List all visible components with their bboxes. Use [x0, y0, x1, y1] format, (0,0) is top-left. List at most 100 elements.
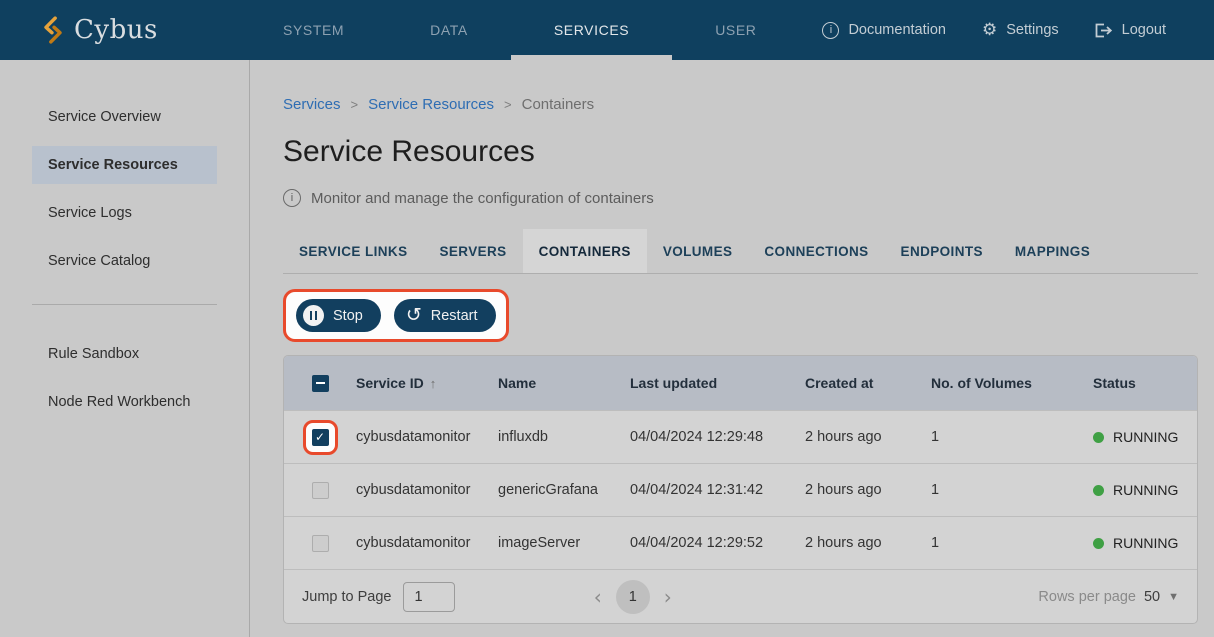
status-dot-green: [1093, 538, 1104, 549]
stop-button[interactable]: Stop: [296, 299, 381, 332]
breadcrumb: Services > Service Resources > Container…: [283, 96, 1198, 113]
sort-asc-icon: ↑: [430, 376, 437, 391]
stop-button-label: Stop: [333, 308, 363, 324]
chevron-down-icon[interactable]: ▼: [1168, 591, 1179, 603]
select-all-checkbox[interactable]: [312, 375, 329, 392]
tab-endpoints[interactable]: ENDPOINTS: [885, 229, 999, 273]
tab-servers[interactable]: SERVERS: [423, 229, 522, 273]
sidebar-item-service-catalog[interactable]: Service Catalog: [0, 242, 249, 280]
cell-created-at: 2 hours ago: [805, 535, 931, 551]
settings-button[interactable]: ⚙ Settings: [982, 22, 1059, 39]
status-label: RUNNING: [1113, 482, 1178, 498]
jump-to-page-input[interactable]: [403, 582, 455, 612]
logout-button[interactable]: Logout: [1095, 22, 1166, 38]
tab-volumes[interactable]: VOLUMES: [647, 229, 749, 273]
tab-containers[interactable]: CONTAINERS: [523, 229, 647, 273]
table-row-imageserver[interactable]: cybusdatamonitor imageServer 04/04/2024 …: [284, 516, 1197, 569]
documentation-label: Documentation: [848, 22, 946, 38]
brand[interactable]: Cybus: [0, 15, 240, 45]
table-row-genericgrafana[interactable]: cybusdatamonitor genericGrafana 04/04/20…: [284, 463, 1197, 516]
status-badge: RUNNING: [1093, 482, 1197, 498]
breadcrumb-separator: >: [351, 97, 359, 112]
page-subtitle: i Monitor and manage the configuration o…: [283, 189, 1198, 207]
column-header-last-updated[interactable]: Last updated: [630, 375, 805, 391]
top-navbar: Cybus SYSTEM DATA SERVICES USER i Docume…: [0, 0, 1214, 60]
breadcrumb-services[interactable]: Services: [283, 96, 341, 113]
next-page-icon[interactable]: ›: [664, 585, 672, 609]
cell-volumes: 1: [931, 482, 1093, 498]
brand-name: Cybus: [74, 15, 158, 45]
status-label: RUNNING: [1113, 535, 1178, 551]
cell-name: influxdb: [498, 429, 630, 445]
settings-label: Settings: [1006, 22, 1058, 38]
sidebar: Service Overview Service Resources Servi…: [0, 60, 250, 637]
sidebar-divider: [32, 304, 217, 305]
pause-icon: [303, 305, 324, 326]
sidebar-item-rule-sandbox[interactable]: Rule Sandbox: [0, 335, 249, 373]
status-dot-green: [1093, 432, 1104, 443]
restart-button-label: Restart: [431, 308, 478, 324]
prev-page-icon[interactable]: ‹: [594, 585, 602, 609]
status-dot-green: [1093, 485, 1104, 496]
status-badge: RUNNING: [1093, 535, 1197, 551]
nav-item-data[interactable]: DATA: [387, 0, 511, 60]
sidebar-item-service-logs[interactable]: Service Logs: [0, 194, 249, 232]
cell-last-updated: 04/04/2024 12:31:42: [630, 482, 805, 498]
column-header-volumes[interactable]: No. of Volumes: [931, 375, 1093, 391]
breadcrumb-service-resources[interactable]: Service Resources: [368, 96, 494, 113]
current-page-button[interactable]: 1: [616, 580, 650, 614]
tab-service-links[interactable]: SERVICE LINKS: [283, 229, 423, 273]
nav-item-system[interactable]: SYSTEM: [240, 0, 387, 60]
rows-per-page-label: Rows per page: [1038, 589, 1136, 605]
cell-volumes: 1: [931, 535, 1093, 551]
gear-icon: ⚙: [982, 22, 997, 39]
info-icon: i: [283, 189, 301, 207]
nav-item-services[interactable]: SERVICES: [511, 0, 672, 60]
rows-per-page-value[interactable]: 50: [1144, 589, 1160, 605]
table-footer: Jump to Page ‹ 1 › Rows per page 50 ▼: [284, 569, 1197, 623]
subtitle-text: Monitor and manage the configuration of …: [311, 190, 654, 207]
annotation-highlight-buttons: Stop ↺ Restart: [283, 289, 509, 342]
tab-connections[interactable]: CONNECTIONS: [748, 229, 884, 273]
cell-last-updated: 04/04/2024 12:29:52: [630, 535, 805, 551]
row-checkbox[interactable]: [312, 535, 329, 552]
breadcrumb-containers: Containers: [522, 96, 595, 113]
logout-icon: [1095, 23, 1113, 38]
row-checkbox-checked[interactable]: ✓: [312, 429, 329, 446]
nav-actions: i Documentation ⚙ Settings Logout: [822, 22, 1214, 39]
column-header-status[interactable]: Status: [1093, 375, 1197, 391]
table-row-influxdb[interactable]: ✓ cybusdatamonitor influxdb 04/04/2024 1…: [284, 410, 1197, 463]
table-header-row: Service ID↑ Name Last updated Created at…: [284, 356, 1197, 410]
status-badge: RUNNING: [1093, 429, 1197, 445]
cell-created-at: 2 hours ago: [805, 429, 931, 445]
jump-to-page-label: Jump to Page: [302, 589, 391, 605]
main-content: Services > Service Resources > Container…: [250, 60, 1214, 637]
documentation-button[interactable]: i Documentation: [822, 22, 946, 39]
sidebar-item-service-resources[interactable]: Service Resources: [32, 146, 217, 184]
restart-button[interactable]: ↺ Restart: [394, 299, 496, 332]
restart-icon: ↺: [406, 306, 422, 325]
column-header-service-id[interactable]: Service ID↑: [356, 375, 498, 391]
cell-service-id: cybusdatamonitor: [356, 482, 498, 498]
pager: ‹ 1 ›: [594, 580, 672, 614]
annotation-highlight-checkbox: ✓: [303, 420, 338, 455]
cell-name: imageServer: [498, 535, 630, 551]
row-checkbox[interactable]: [312, 482, 329, 499]
sidebar-item-node-red-workbench[interactable]: Node Red Workbench: [0, 383, 249, 421]
column-header-name[interactable]: Name: [498, 375, 630, 391]
logout-label: Logout: [1122, 22, 1166, 38]
sidebar-item-service-overview[interactable]: Service Overview: [0, 98, 249, 136]
container-actions-toolbar: Stop ↺ Restart: [283, 289, 1198, 342]
tab-mappings[interactable]: MAPPINGS: [999, 229, 1106, 273]
page-title: Service Resources: [283, 135, 1198, 169]
cell-created-at: 2 hours ago: [805, 482, 931, 498]
cell-service-id: cybusdatamonitor: [356, 429, 498, 445]
nav-item-user[interactable]: USER: [672, 0, 799, 60]
column-header-created-at[interactable]: Created at: [805, 375, 931, 391]
containers-table: Service ID↑ Name Last updated Created at…: [283, 355, 1198, 624]
breadcrumb-separator: >: [504, 97, 512, 112]
resource-tabs: SERVICE LINKS SERVERS CONTAINERS VOLUMES…: [283, 229, 1198, 274]
cell-volumes: 1: [931, 429, 1093, 445]
cell-last-updated: 04/04/2024 12:29:48: [630, 429, 805, 445]
status-label: RUNNING: [1113, 429, 1178, 445]
